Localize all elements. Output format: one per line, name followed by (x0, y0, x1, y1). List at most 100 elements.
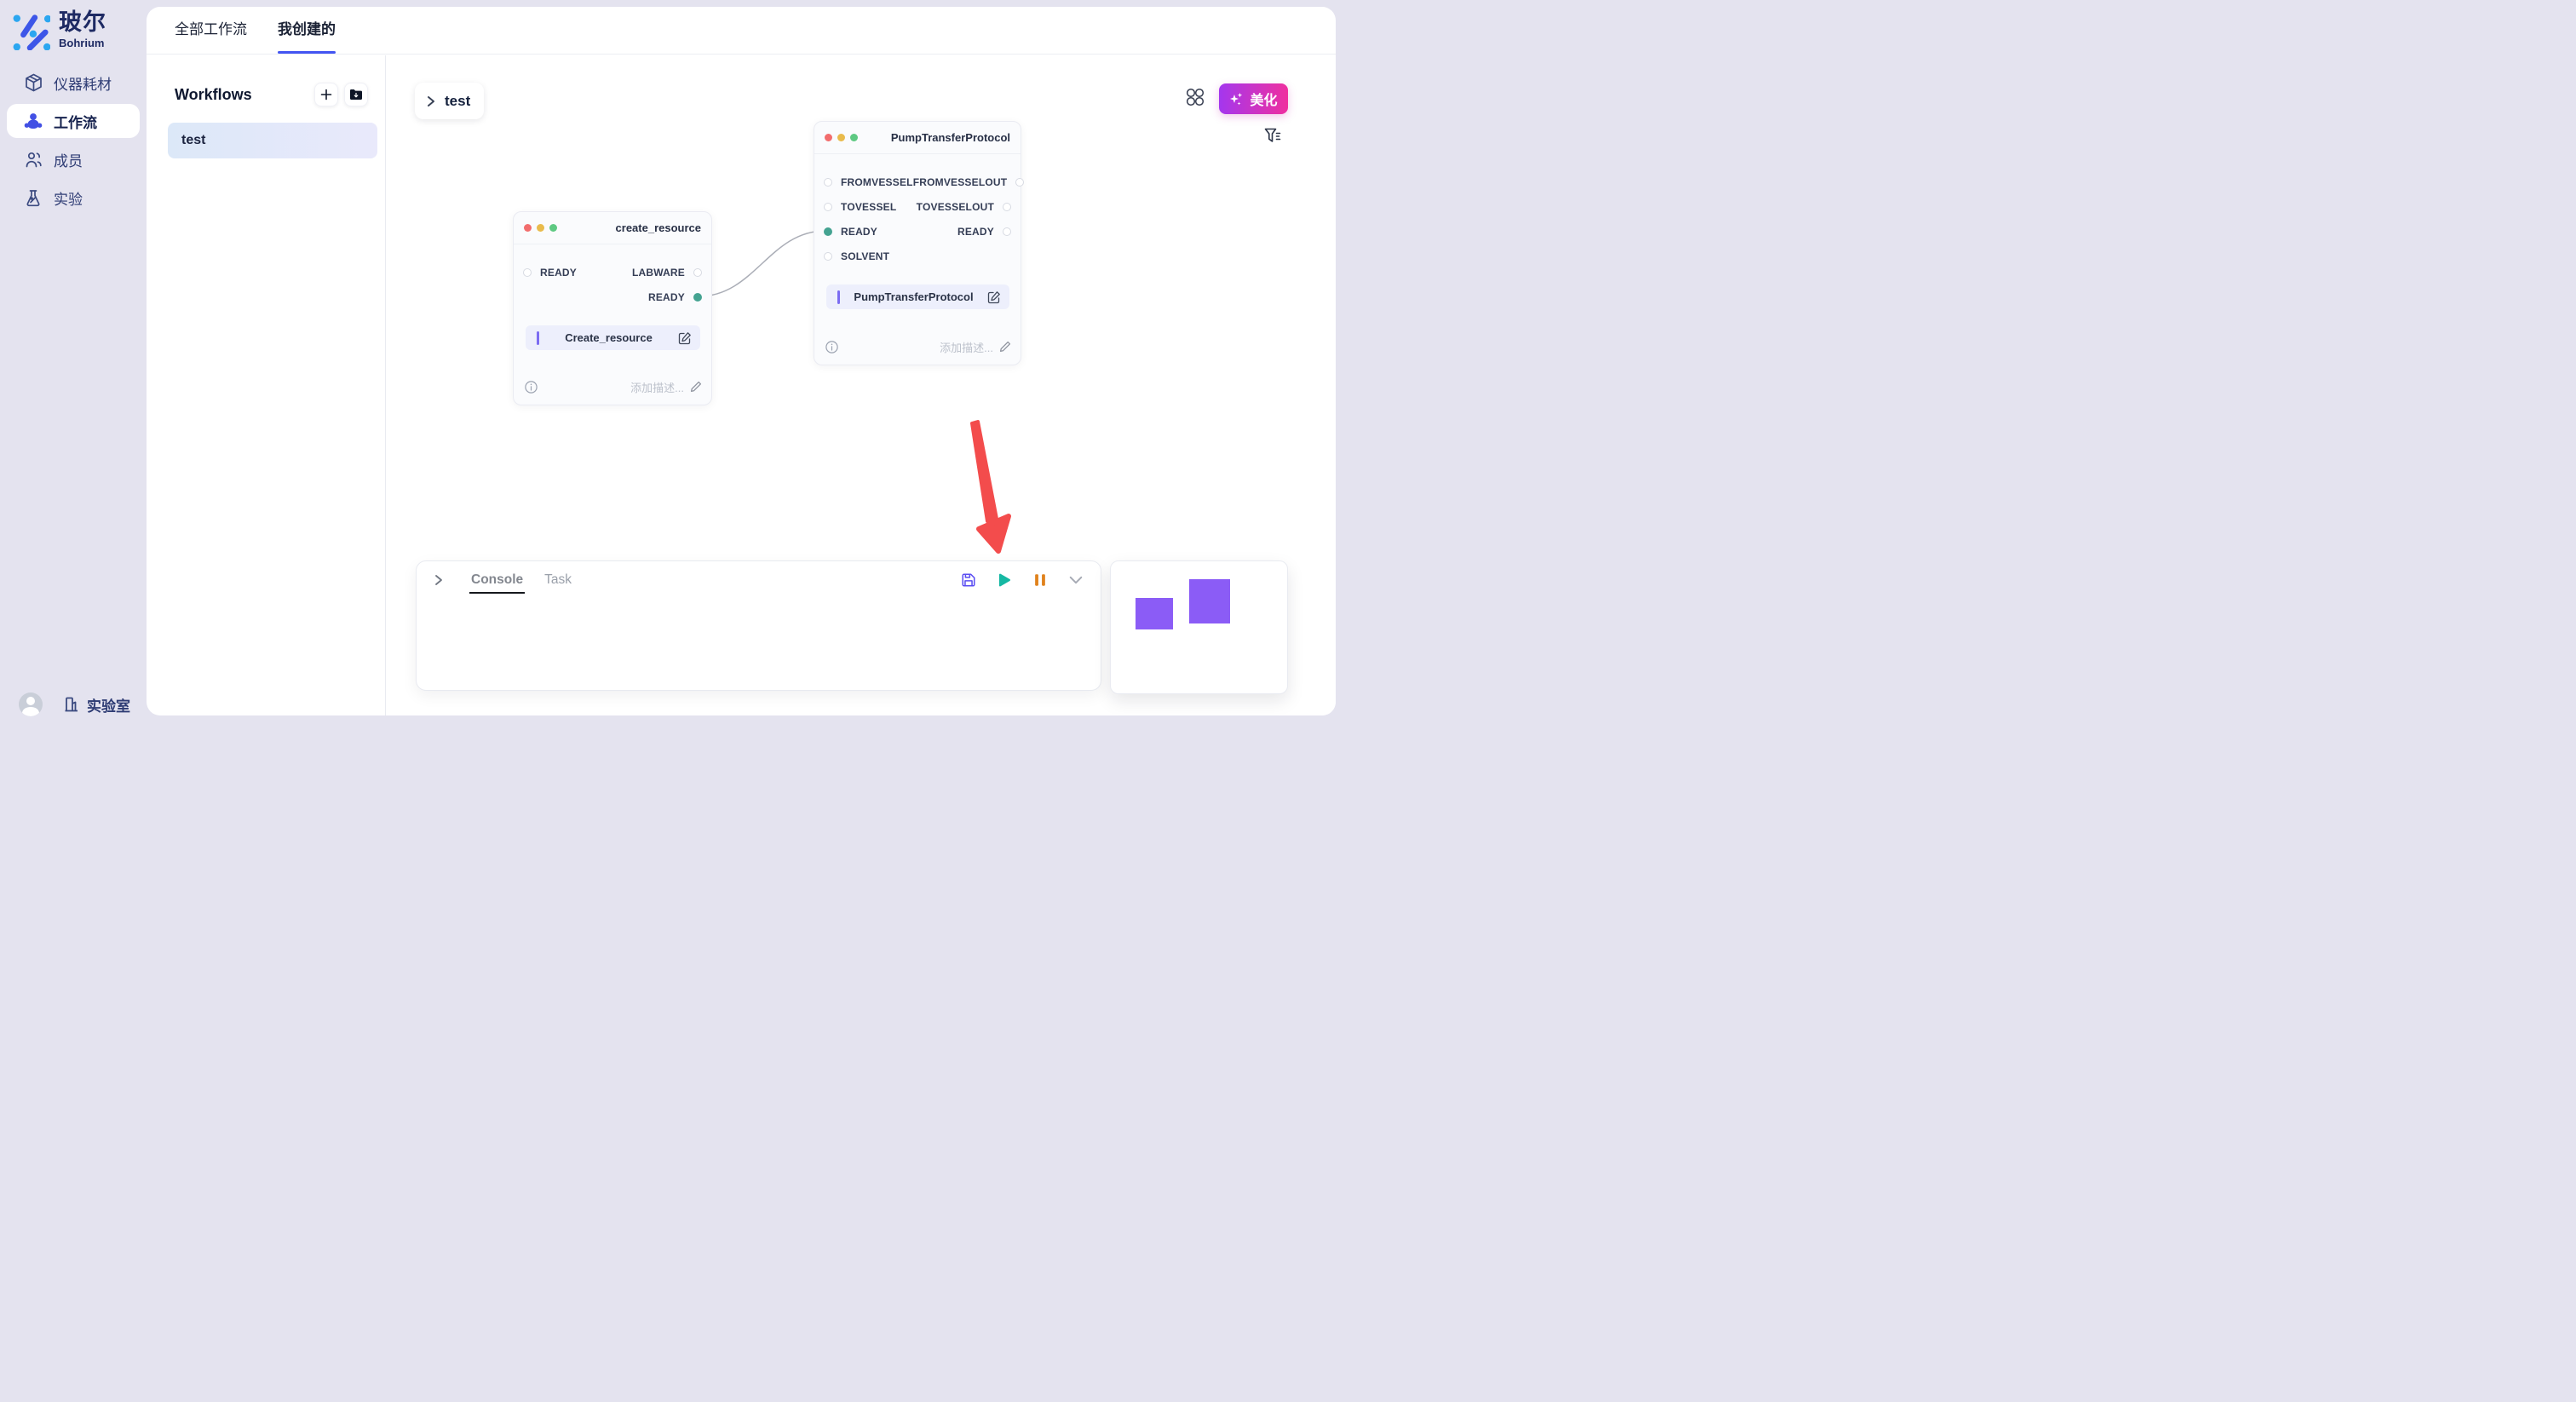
user-avatar[interactable] (19, 692, 43, 716)
traffic-dots (524, 224, 616, 232)
sidebar-item-label: 成员 (54, 149, 83, 170)
brand-name-cn: 玻尔 (59, 11, 106, 34)
output-port-fromvesselout[interactable]: FROMVESSELOUT (913, 176, 1025, 188)
sparkles-icon (1229, 92, 1244, 106)
brand-logo: 玻尔 Bohrium (0, 0, 147, 50)
node-name-label: Create_resource (539, 331, 678, 344)
node-name-box[interactable]: Create_resource (526, 325, 700, 350)
brand-name-en: Bohrium (59, 37, 106, 49)
description-placeholder[interactable]: 添加描述... (940, 339, 993, 355)
tab-all-workflows[interactable]: 全部工作流 (175, 17, 247, 54)
port-circle-connected[interactable] (693, 293, 702, 302)
run-play-icon[interactable] (997, 572, 1012, 588)
port-circle[interactable] (824, 203, 832, 211)
workflow-item-name: test (181, 133, 205, 148)
annotation-arrow (954, 417, 1022, 562)
experiment-icon (24, 188, 43, 207)
output-port-labware[interactable]: LABWARE (632, 267, 702, 279)
output-port-ready[interactable]: READY (648, 291, 702, 303)
port-circle[interactable] (523, 268, 532, 277)
sidebar-item-label: 工作流 (54, 111, 97, 132)
plus-icon (320, 89, 332, 101)
sidebar-item-workflows[interactable]: 工作流 (7, 104, 140, 138)
sidebar-item-members[interactable]: 成员 (7, 142, 140, 176)
port-circle[interactable] (1015, 178, 1024, 187)
output-port-ready[interactable]: READY (957, 226, 1011, 238)
console-panel: Console Task (416, 560, 1101, 691)
input-port-tovessel[interactable]: TOVESSEL (824, 201, 896, 213)
building-icon (63, 696, 80, 713)
add-workflow-button[interactable] (314, 83, 338, 106)
sidebar-item-label: 仪器耗材 (54, 72, 112, 94)
node-create-resource[interactable]: create_resource READY LABWARE (513, 211, 712, 405)
chevron-down-icon[interactable] (1068, 572, 1084, 588)
breadcrumb-label: test (445, 93, 470, 110)
port-circle[interactable] (824, 178, 832, 187)
app-window: 玻尔 Bohrium 仪器耗材 (0, 0, 1336, 727)
description-placeholder[interactable]: 添加描述... (630, 379, 684, 395)
save-icon[interactable] (961, 572, 976, 588)
sidebar-item-instruments[interactable]: 仪器耗材 (7, 66, 140, 100)
members-icon (24, 150, 43, 169)
dot-yellow (537, 224, 544, 232)
edit-icon[interactable] (987, 290, 1001, 304)
pencil-icon[interactable] (690, 381, 702, 393)
port-circle-connected[interactable] (824, 227, 832, 236)
workflow-list-item[interactable]: test (168, 123, 377, 158)
workspace-label: 实验室 (87, 694, 130, 715)
chevron-right-icon (426, 95, 436, 108)
port-circle[interactable] (693, 268, 702, 277)
input-port-fromvessel[interactable]: FROMVESSEL (824, 176, 913, 188)
folder-download-icon (349, 89, 363, 101)
workflows-panel: Workflows test (147, 55, 386, 715)
traffic-dots (825, 134, 891, 141)
workflow-tabbar: 全部工作流 我创建的 (147, 7, 1336, 55)
pencil-icon[interactable] (999, 341, 1011, 353)
node-name-box[interactable]: PumpTransferProtocol (826, 284, 1009, 309)
pause-icon[interactable] (1032, 572, 1048, 588)
dot-green (549, 224, 557, 232)
beautify-button[interactable]: 美化 (1219, 83, 1288, 114)
dot-red (524, 224, 532, 232)
sidebar-item-experiments[interactable]: 实验 (7, 181, 140, 215)
node-title: PumpTransferProtocol (891, 131, 1010, 144)
node-name-label: PumpTransferProtocol (840, 290, 987, 303)
minimap-node-pump-transfer (1189, 579, 1230, 623)
sidebar-menu: 仪器耗材 工作流 (0, 66, 147, 215)
input-port-ready[interactable]: READY (523, 267, 577, 279)
input-port-ready[interactable]: READY (824, 226, 877, 238)
main-panel: 全部工作流 我创建的 Workflows t (147, 7, 1336, 715)
sidebar: 玻尔 Bohrium 仪器耗材 (0, 0, 147, 727)
workspace-switcher[interactable]: 实验室 (63, 694, 130, 715)
tab-created-by-me[interactable]: 我创建的 (278, 17, 336, 54)
dot-green (850, 134, 858, 141)
port-circle[interactable] (1003, 203, 1011, 211)
node-title: create_resource (616, 221, 701, 234)
tab-task[interactable]: Task (544, 572, 572, 588)
command-icon[interactable] (1186, 88, 1205, 106)
import-folder-button[interactable] (344, 83, 368, 106)
info-icon[interactable] (825, 341, 838, 353)
sidebar-footer: 实验室 (0, 692, 147, 716)
filter-icon[interactable] (1264, 128, 1281, 145)
info-icon[interactable] (525, 381, 538, 394)
workflow-icon (24, 112, 43, 130)
port-circle[interactable] (824, 252, 832, 261)
canvas-breadcrumb[interactable]: test (415, 83, 484, 119)
input-port-solvent[interactable]: SOLVENT (824, 250, 889, 262)
tab-console[interactable]: Console (471, 572, 523, 588)
node-pump-transfer-protocol[interactable]: PumpTransferProtocol FROMVESSEL FROMVESS… (814, 121, 1021, 365)
sidebar-item-label: 实验 (54, 187, 83, 209)
edit-icon[interactable] (678, 331, 692, 345)
dot-red (825, 134, 832, 141)
beautify-label: 美化 (1250, 89, 1277, 109)
box-icon (24, 73, 43, 92)
minimap-node-create-resource (1136, 598, 1173, 629)
dot-yellow (837, 134, 845, 141)
port-circle[interactable] (1003, 227, 1011, 236)
workflow-canvas[interactable]: test create_resource READY (387, 55, 1336, 715)
collapse-chevron-right-icon[interactable] (433, 573, 445, 587)
workflows-panel-title: Workflows (175, 86, 314, 104)
minimap[interactable] (1110, 560, 1288, 694)
output-port-tovesselout[interactable]: TOVESSELOUT (917, 201, 1011, 213)
